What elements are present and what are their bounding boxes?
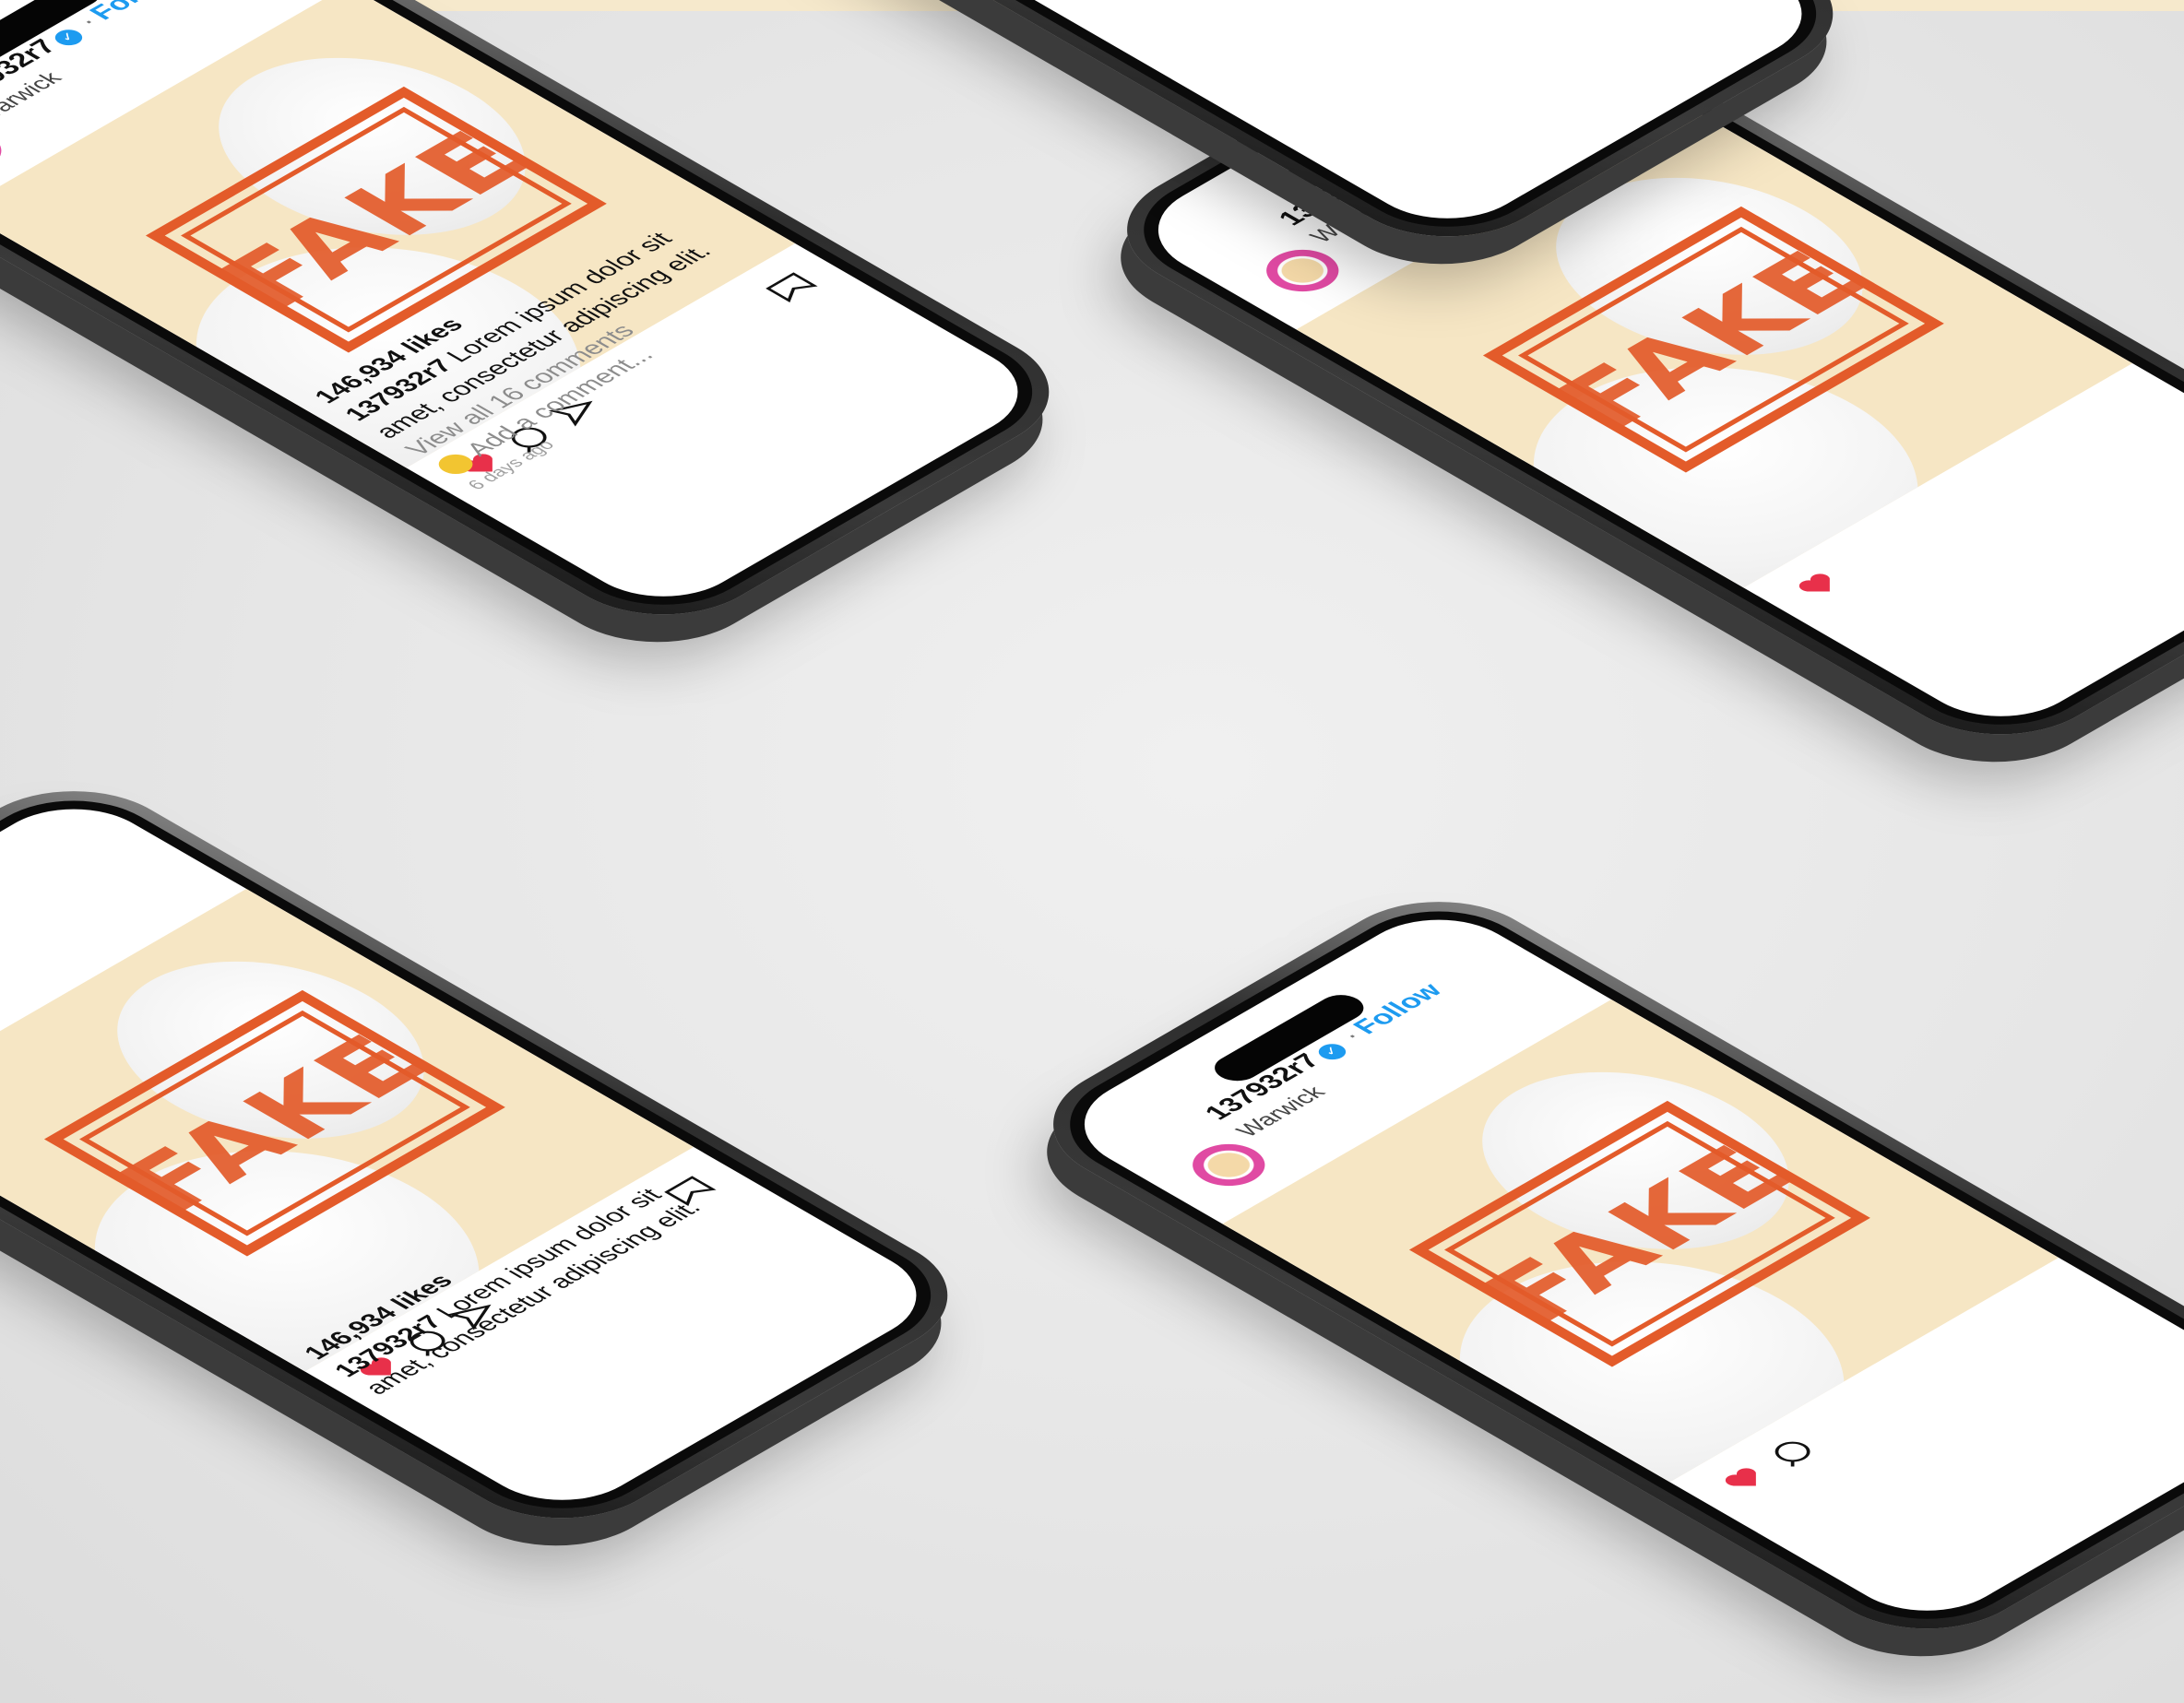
phone-bottom-right: 137932r7✓·Follow Warwick FAKE	[1008, 876, 2184, 1655]
mockup-stage: 137932r7✓·Follow Warwick FAKE	[0, 0, 2184, 1703]
avatar[interactable]	[1177, 1135, 1280, 1195]
phone-bottom-left: Follow FAKE 146,934 likes 13	[0, 765, 992, 1544]
verified-badge-icon: ✓	[1313, 1040, 1352, 1063]
phone-screen: Follow FAKE 146,934 likes 13	[0, 788, 951, 1520]
avatar[interactable]	[0, 121, 17, 181]
heart-icon[interactable]	[1713, 1461, 1776, 1497]
avatar[interactable]	[1251, 241, 1354, 301]
follow-button[interactable]: Follow	[83, 0, 185, 24]
post-footer: 146,934 likes 137932r7 Lorem ipsum dolor…	[308, 229, 1051, 616]
phone-main: 137932r7✓·Follow Warwick FAKE	[0, 0, 1094, 641]
phone-screen: 137932r7✓·Follow Warwick FAKE	[0, 0, 1052, 617]
heart-icon[interactable]	[1786, 566, 1850, 603]
verified-badge-icon: ✓	[50, 26, 89, 49]
comment-icon[interactable]	[1761, 1434, 1824, 1471]
